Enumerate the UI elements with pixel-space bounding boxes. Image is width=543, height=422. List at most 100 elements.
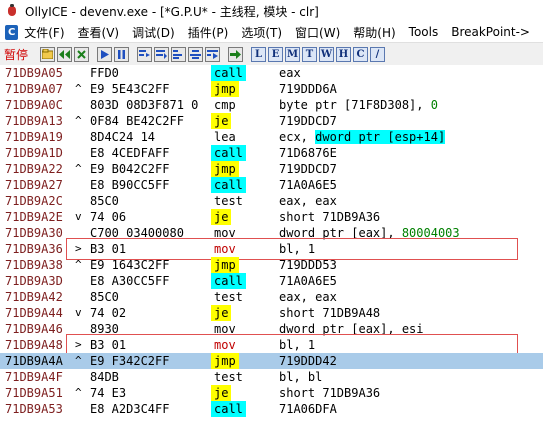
hex-bytes-cell: 84DB — [90, 370, 119, 384]
operand-text: eax — [279, 66, 301, 80]
jump-arrow-icon: > — [75, 242, 82, 255]
windows-window-button[interactable]: W — [319, 46, 334, 62]
hex-bytes-cell: E8 4CEDFAFF — [90, 146, 170, 160]
operand-cell: eax, eax — [279, 193, 337, 209]
run-icon[interactable] — [97, 46, 112, 62]
table-row[interactable]: 71DB9A44 v 74 02 je short 71DB9A48 — [0, 305, 543, 321]
menu-breakpoint[interactable]: BreakPoint-> — [451, 25, 530, 39]
table-row[interactable]: 71DB9A53 E8 A2D3C4FF call 71A06DFA — [0, 401, 543, 417]
table-row[interactable]: 71DB9A05 FFD0 call eax — [0, 65, 543, 81]
open-icon[interactable] — [40, 46, 55, 62]
table-row[interactable]: 71DB9A51 ^ 74 E3 je short 71DB9A36 — [0, 385, 543, 401]
address-cell: 71DB9A42 — [5, 290, 63, 304]
mnemonic-cell: test — [214, 290, 243, 304]
table-row[interactable]: 71DB9A07 ^ E9 5E43C2FF jmp 719DDD6A — [0, 81, 543, 97]
hex-bytes-cell: E8 A2D3C4FF — [90, 402, 170, 416]
address-cell: 71DB9A07 — [5, 82, 63, 96]
menu-bar: C 文件(F) 查看(V) 调试(D) 插件(P) 选项(T) 窗口(W) 帮助… — [0, 22, 543, 42]
step-into-icon[interactable] — [137, 46, 152, 62]
address-cell: 71DB9A4A — [5, 354, 63, 368]
menu-file[interactable]: 文件(F) — [24, 24, 64, 41]
operand-text: 71A0A6E5 — [279, 274, 337, 288]
modules-window-button[interactable]: E — [268, 46, 283, 62]
address-cell: 71DB9A19 — [5, 130, 63, 144]
address-cell: 71DB9A30 — [5, 226, 63, 240]
operand-text: byte ptr [71F8D308], — [279, 98, 431, 112]
jump-arrow-icon: ^ — [75, 258, 82, 271]
mnemonic-cell: call — [211, 177, 246, 193]
operand-text: dword ptr [eax], esi — [279, 322, 424, 336]
memory-window-button[interactable]: M — [285, 46, 300, 62]
table-row[interactable]: 71DB9A1D E8 4CEDFAFF call 71D6876E — [0, 145, 543, 161]
disassembly-pane[interactable]: 71DB9A05 FFD0 call eax 71DB9A07 ^ E9 5E43C2FF j… — [0, 65, 543, 422]
operand-cell: 71A0A6E5 — [279, 273, 337, 289]
jump-arrow-icon: v — [75, 210, 82, 223]
table-row[interactable]: 71DB9A13 ^ 0F84 BE42C2FF je 719DDCD7 — [0, 113, 543, 129]
table-row[interactable]: 71DB9A4A ^ E9 F342C2FF jmp 719DDD42 — [0, 353, 543, 369]
step-over-icon[interactable] — [154, 46, 169, 62]
pause-icon[interactable] — [114, 46, 129, 62]
goto-icon[interactable] — [228, 46, 243, 62]
mnemonic-cell: call — [211, 401, 246, 417]
handles-window-button[interactable]: H — [336, 46, 351, 62]
mnemonic-cell: jmp — [211, 353, 239, 369]
table-row[interactable]: 71DB9A48 > B3 01 mov bl, 1 — [0, 337, 543, 353]
table-row[interactable]: 71DB9A0C 803D 08D3F871 0 cmp byte ptr [71F8… — [0, 97, 543, 113]
toolbar: 暂停 L E M T W H C / — [0, 42, 543, 66]
hex-bytes-cell: B3 01 — [90, 338, 127, 352]
menu-options[interactable]: 选项(T) — [241, 24, 282, 41]
trace-into-icon[interactable] — [171, 46, 186, 62]
close-icon[interactable] — [74, 46, 89, 62]
address-cell: 71DB9A38 — [5, 258, 63, 272]
table-row[interactable]: 71DB9A46 8930 mov dword ptr [eax], esi — [0, 321, 543, 337]
mnemonic-cell: je — [211, 385, 232, 401]
mnemonic-cell: je — [211, 113, 232, 129]
cpu-window-button[interactable]: C — [353, 46, 368, 62]
table-row[interactable]: 71DB9A38 ^ E9 1643C2FF jmp 719DDD53 — [0, 257, 543, 273]
hex-bytes-cell: 85C0 — [90, 194, 119, 208]
menu-help[interactable]: 帮助(H) — [353, 24, 395, 41]
jump-arrow-icon: ^ — [75, 386, 82, 399]
operand-cell: 71A06DFA — [279, 401, 337, 417]
trace-over-icon[interactable] — [188, 46, 203, 62]
operand-cell: 719DDCD7 — [279, 113, 337, 129]
table-row[interactable]: 71DB9A3D E8 A30CC5FF call 71A0A6E5 — [0, 273, 543, 289]
address-cell: 71DB9A2E — [5, 210, 63, 224]
operand-text: 719DDD6A — [279, 82, 337, 96]
jump-arrow-icon: ^ — [75, 114, 82, 127]
table-row[interactable]: 71DB9A27 E8 B90CC5FF call 71A0A6E5 — [0, 177, 543, 193]
table-row[interactable]: 71DB9A19 8D4C24 14 lea ecx, dword ptr [esp+… — [0, 129, 543, 145]
menu-debug[interactable]: 调试(D) — [132, 24, 175, 41]
app-logo-icon[interactable]: C — [5, 24, 19, 40]
rewind-icon[interactable] — [57, 46, 72, 62]
threads-window-button[interactable]: T — [302, 46, 317, 62]
hex-bytes-cell: 8D4C24 14 — [90, 130, 156, 144]
table-row[interactable]: 71DB9A30 C700 03400080 mov dword ptr [eax],… — [0, 225, 543, 241]
hex-bytes-cell: 74 06 — [90, 210, 127, 224]
table-row[interactable]: 71DB9A36 > B3 01 mov bl, 1 — [0, 241, 543, 257]
mnemonic-cell: call — [211, 65, 246, 81]
log-window-button[interactable]: L — [251, 46, 266, 62]
table-row[interactable]: 71DB9A4F 84DB test bl, bl — [0, 369, 543, 385]
execute-till-return-icon[interactable] — [205, 46, 220, 62]
hex-bytes-cell: 74 02 — [90, 306, 127, 320]
menu-window[interactable]: 窗口(W) — [295, 24, 340, 41]
operand-text: 71A0A6E5 — [279, 178, 337, 192]
table-row[interactable]: 71DB9A42 85C0 test eax, eax — [0, 289, 543, 305]
operand-constant: 0 — [430, 98, 438, 112]
menu-view[interactable]: 查看(V) — [78, 24, 120, 41]
patches-window-button[interactable]: / — [370, 46, 385, 62]
operand-text: ecx, — [279, 130, 316, 144]
window-title: OllyICE - devenv.exe - [*G.P.U* - 主线程, 模… — [25, 4, 319, 19]
menu-tools[interactable]: Tools — [409, 25, 439, 39]
table-row[interactable]: 71DB9A22 ^ E9 B042C2FF jmp 719DDCD7 — [0, 161, 543, 177]
title-bar: OllyICE - devenv.exe - [*G.P.U* - 主线程, 模… — [0, 0, 543, 22]
menu-plugins[interactable]: 插件(P) — [188, 24, 229, 41]
mnemonic-cell: mov — [214, 226, 236, 240]
operand-text: 719DDCD7 — [279, 162, 337, 176]
operand-text: short 71DB9A36 — [279, 386, 381, 400]
table-row[interactable]: 71DB9A2E v 74 06 je short 71DB9A36 — [0, 209, 543, 225]
address-cell: 71DB9A22 — [5, 162, 63, 176]
table-row[interactable]: 71DB9A2C 85C0 test eax, eax — [0, 193, 543, 209]
operand-text: short 71DB9A36 — [279, 210, 381, 224]
